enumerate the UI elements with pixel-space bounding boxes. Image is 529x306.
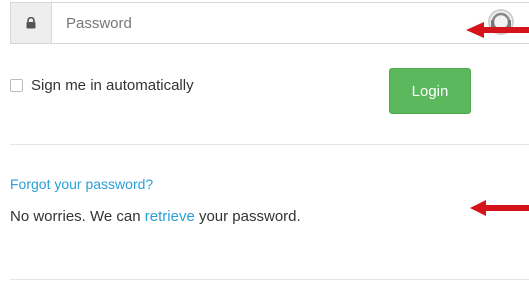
password-field-group	[10, 2, 529, 44]
annotation-arrow-password	[466, 22, 529, 38]
help-prefix: No worries. We can	[10, 208, 145, 225]
password-addon	[11, 3, 52, 43]
retrieve-link[interactable]: retrieve	[145, 208, 195, 225]
password-input[interactable]	[52, 3, 529, 43]
remember-label: Sign me in automatically	[31, 77, 194, 94]
remember-checkbox[interactable]	[10, 79, 23, 92]
recovery-help-text: No worries. We can retrieve your passwor…	[10, 208, 301, 225]
lock-icon	[26, 17, 36, 29]
login-button[interactable]: Login	[389, 68, 471, 114]
remember-me: Sign me in automatically	[10, 77, 194, 94]
divider	[10, 279, 529, 280]
divider	[10, 144, 529, 145]
help-suffix: your password.	[194, 208, 301, 225]
annotation-arrow-recovery	[470, 200, 529, 216]
forgot-password-link[interactable]: Forgot your password?	[10, 176, 153, 192]
